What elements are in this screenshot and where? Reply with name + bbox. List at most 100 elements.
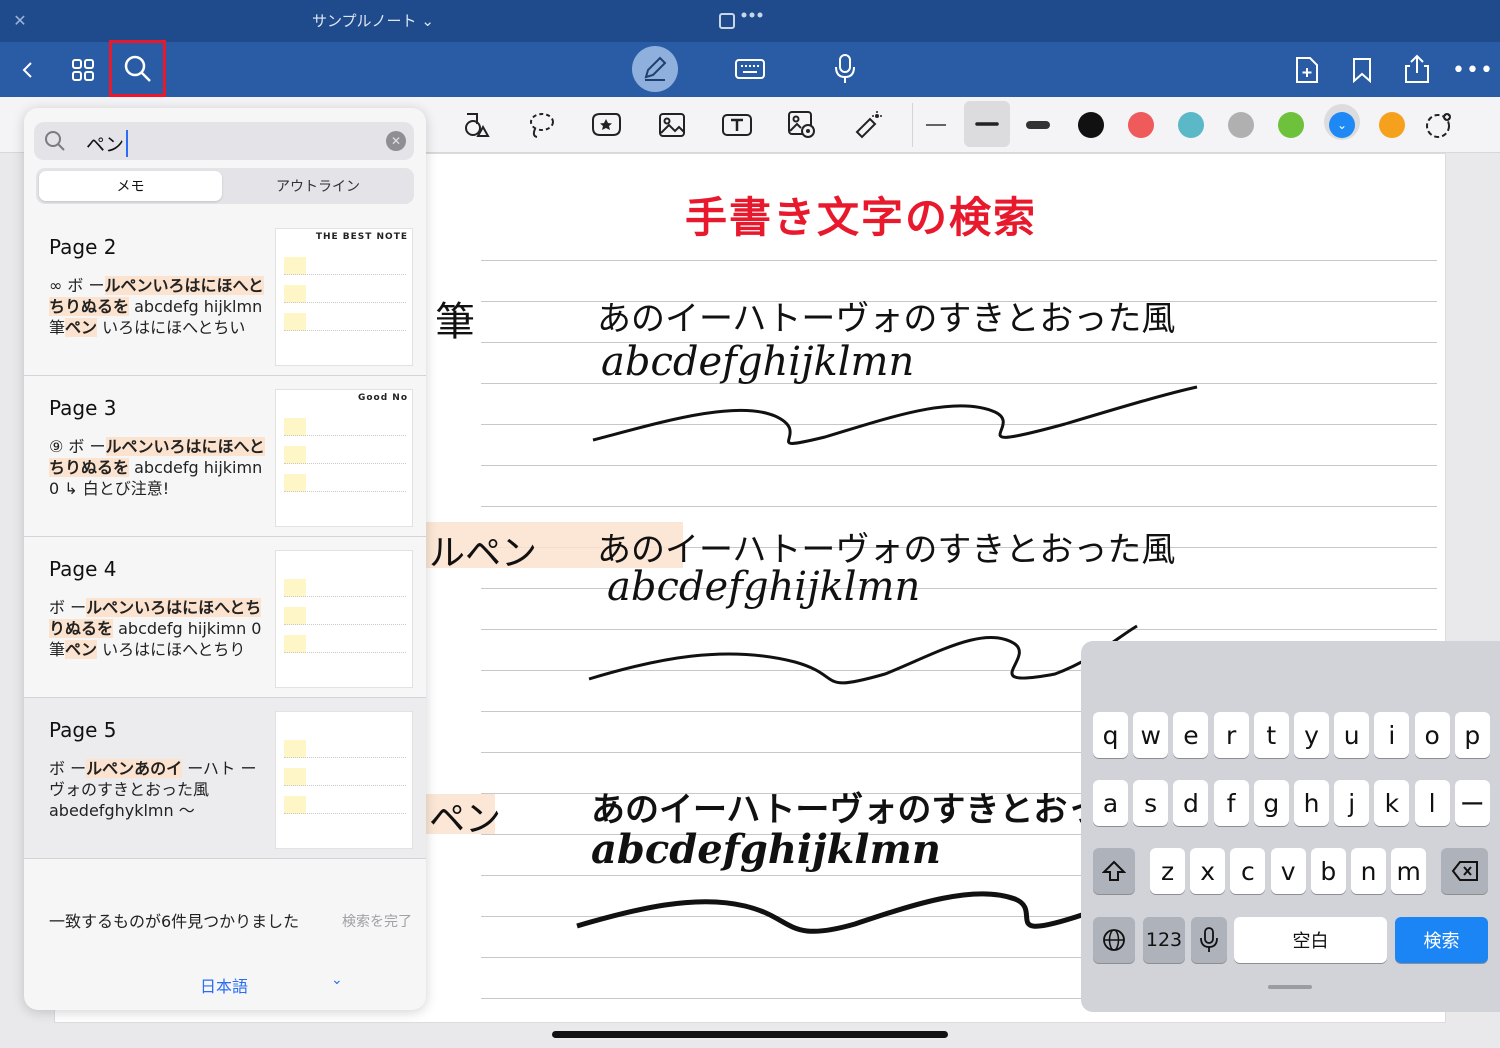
- add-page-icon[interactable]: [1292, 54, 1322, 86]
- key[interactable]: l: [1414, 780, 1450, 826]
- key[interactable]: b: [1310, 848, 1346, 894]
- key[interactable]: o: [1414, 712, 1450, 758]
- color-swatch[interactable]: [1078, 112, 1104, 138]
- multitask-icon[interactable]: [718, 10, 768, 32]
- key[interactable]: g: [1253, 780, 1289, 826]
- color-swatch[interactable]: [1178, 112, 1204, 138]
- search-panel: ペン ✕ メモ アウトライン Page 2 ∞ ボ ールペンいろはにほへとちりぬる…: [24, 108, 426, 1010]
- tab-outline[interactable]: アウトライン: [226, 171, 410, 201]
- backspace-key[interactable]: [1441, 848, 1488, 894]
- key[interactable]: k: [1374, 780, 1410, 826]
- shift-key[interactable]: [1093, 848, 1135, 894]
- key[interactable]: v: [1270, 848, 1306, 894]
- key[interactable]: r: [1213, 712, 1249, 758]
- result-snippet: ボ ールペンあのイ ーハト ー ヴォのすきとおった風 abedefghyklmn…: [49, 758, 269, 821]
- text-icon[interactable]: [719, 107, 755, 143]
- thumbnail-line: [284, 796, 406, 814]
- color-swatch[interactable]: [1228, 112, 1254, 138]
- camera-icon[interactable]: [784, 107, 820, 143]
- thumbnail-line: [284, 418, 406, 436]
- back-icon[interactable]: [12, 54, 44, 86]
- space-key[interactable]: 空白: [1234, 917, 1387, 963]
- thumbnail-line: [284, 635, 406, 653]
- page-thumbnail[interactable]: [275, 711, 413, 849]
- thumbnail-line: [284, 285, 406, 303]
- lasso-icon[interactable]: [523, 107, 559, 143]
- image-icon[interactable]: [654, 107, 690, 143]
- result-snippet: ∞ ボ ールペンいろはにほへとちりぬるを abcdefg hijklmn 筆ペン…: [49, 275, 269, 338]
- key[interactable]: t: [1253, 712, 1289, 758]
- segmented-control: メモ アウトライン: [36, 168, 414, 204]
- key[interactable]: w: [1133, 712, 1169, 758]
- tab-memo[interactable]: メモ: [39, 171, 222, 201]
- key[interactable]: c: [1230, 848, 1266, 894]
- share-icon[interactable]: [1400, 52, 1434, 86]
- result-snippet: ⑨ ボ ールペンいろはにほへとちりぬるを abcdefg hijkimn 0 ↳…: [49, 436, 269, 499]
- color-swatch-selected[interactable]: ⌄: [1329, 112, 1355, 138]
- search-result-item[interactable]: Page 3 ⑨ ボ ールペンいろはにほへとちりぬるを abcdefg hijki…: [24, 376, 426, 537]
- globe-key[interactable]: [1093, 917, 1135, 963]
- stroke-thin-icon[interactable]: [918, 107, 954, 143]
- snippet-match: ペン: [65, 318, 98, 337]
- key[interactable]: u: [1334, 712, 1370, 758]
- key[interactable]: d: [1173, 780, 1209, 826]
- chevron-down-icon[interactable]: ⌄: [331, 972, 343, 988]
- search-result-item[interactable]: Page 5 ボ ールペンあのイ ーハト ー ヴォのすきとおった風 abedefg…: [24, 698, 426, 859]
- search-result-item[interactable]: Page 4 ボ ールペンいろはにほへとちりぬるを abcdefg hijkimn…: [24, 537, 426, 698]
- sticker-icon[interactable]: [588, 107, 624, 143]
- shapes-icon[interactable]: [458, 107, 494, 143]
- key[interactable]: f: [1213, 780, 1249, 826]
- page-thumbnail[interactable]: Good No: [275, 389, 413, 527]
- key[interactable]: y: [1294, 712, 1329, 758]
- key[interactable]: n: [1351, 848, 1386, 894]
- add-color-icon[interactable]: [1420, 107, 1456, 143]
- snippet-text: いろはにほへとちい: [97, 318, 246, 337]
- mic-icon[interactable]: [830, 52, 860, 86]
- grid-icon[interactable]: [66, 54, 100, 86]
- key[interactable]: j: [1334, 780, 1370, 826]
- search-icon[interactable]: [109, 40, 166, 97]
- search-key[interactable]: 検索: [1395, 917, 1488, 963]
- language-selector[interactable]: 日本語: [200, 973, 248, 997]
- close-icon[interactable]: ✕: [10, 10, 30, 30]
- key[interactable]: h: [1294, 780, 1329, 826]
- search-result-item[interactable]: Page 2 ∞ ボ ールペンいろはにほへとちりぬるを abcdefg hijkl…: [24, 215, 426, 376]
- key[interactable]: i: [1374, 712, 1410, 758]
- finish-search-button[interactable]: 検索を完了: [342, 911, 412, 931]
- key[interactable]: m: [1391, 848, 1427, 894]
- thumbnail-line: [284, 740, 406, 758]
- thumbnail-line: [284, 607, 406, 625]
- more-icon[interactable]: •••: [1452, 56, 1493, 84]
- pen-icon[interactable]: [632, 46, 678, 92]
- snippet-text: ボ ー: [49, 598, 87, 617]
- result-snippet: ボ ールペンいろはにほへとちりぬるを abcdefg hijkimn 0 筆ペン…: [49, 597, 269, 660]
- bookmark-icon[interactable]: [1348, 54, 1376, 86]
- key[interactable]: s: [1133, 780, 1169, 826]
- notebook-title[interactable]: サンプルノート ⌄: [312, 10, 434, 31]
- result-page-title: Page 3: [49, 396, 117, 420]
- key[interactable]: p: [1454, 712, 1490, 758]
- color-swatch[interactable]: [1379, 112, 1405, 138]
- stroke-medium-icon[interactable]: [964, 101, 1010, 147]
- key[interactable]: z: [1150, 848, 1185, 894]
- search-field[interactable]: ペン ✕: [34, 122, 414, 160]
- page-thumbnail[interactable]: THE BEST NOTE: [275, 228, 413, 366]
- key[interactable]: e: [1173, 712, 1209, 758]
- stroke-thick-icon[interactable]: [1020, 107, 1056, 143]
- dictation-key[interactable]: [1191, 917, 1227, 963]
- snippet-text: ⑨ ボ ー: [49, 437, 106, 456]
- color-swatch[interactable]: [1128, 112, 1154, 138]
- keyboard-handle[interactable]: [1268, 985, 1312, 989]
- clear-search-icon[interactable]: ✕: [386, 131, 406, 151]
- laser-icon[interactable]: [850, 107, 886, 143]
- key[interactable]: q: [1093, 712, 1128, 758]
- numbers-key[interactable]: 123: [1143, 917, 1185, 963]
- key[interactable]: x: [1190, 848, 1226, 894]
- key[interactable]: a: [1093, 780, 1128, 826]
- result-page-title: Page 4: [49, 557, 117, 581]
- color-swatch[interactable]: [1278, 112, 1304, 138]
- search-input[interactable]: ペン: [86, 130, 129, 157]
- keyboard-icon[interactable]: [732, 54, 768, 84]
- page-thumbnail[interactable]: [275, 550, 413, 688]
- key[interactable]: ー: [1454, 780, 1490, 826]
